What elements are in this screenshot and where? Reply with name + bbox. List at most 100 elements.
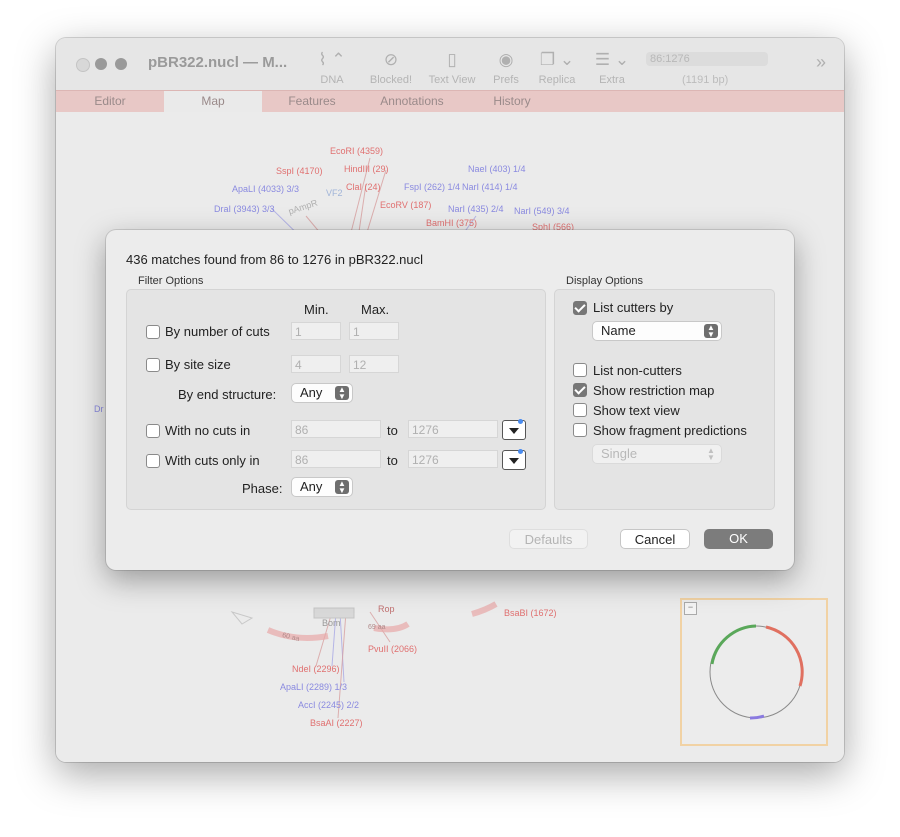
show-restriction-map-label: Show restriction map	[593, 383, 715, 398]
popup-arrows-icon: ▲ ▼	[704, 324, 718, 339]
popup-arrows-icon: ▲ ▼	[707, 446, 715, 462]
selection-indicator-icon	[518, 419, 523, 424]
cancel-button[interactable]: Cancel	[620, 529, 690, 549]
map-label[interactable]: NarI (549) 3/4	[514, 206, 570, 216]
map-label[interactable]: BsaBI (1672)	[504, 608, 557, 618]
filter-options-label: Filter Options	[138, 275, 204, 287]
popup-arrows-icon: ▲ ▼	[335, 480, 349, 495]
tab-map[interactable]: Map	[164, 91, 262, 112]
map-label[interactable]: NdeI (2296)	[292, 664, 340, 674]
map-label[interactable]: EcoRI (4359)	[330, 146, 383, 156]
no-cuts-to-label: to	[387, 423, 398, 438]
by-site-size-label: By site size	[165, 357, 231, 372]
with-no-cuts-in-checkbox[interactable]	[146, 424, 160, 438]
toolbar-dna-label: DNA	[320, 74, 344, 86]
list-cutters-by-label: List cutters by	[593, 300, 674, 315]
with-cuts-only-in-checkbox[interactable]	[146, 454, 160, 468]
by-end-structure-label: By end structure:	[178, 387, 277, 402]
list-non-cutters-label: List non-cutters	[593, 363, 682, 378]
toolbar-extra-button[interactable]: ☰ ⌄ Extra	[592, 50, 632, 86]
blocked-icon: ⊘	[383, 50, 399, 69]
tab-annotations[interactable]: Annotations	[362, 91, 462, 112]
end-structure-value: Any	[300, 385, 323, 400]
end-structure-popup[interactable]: Any ▲ ▼	[291, 383, 353, 403]
chevron-down-icon	[509, 428, 519, 434]
with-no-cuts-in-label: With no cuts in	[165, 423, 251, 438]
map-label[interactable]: NarI (435) 2/4	[448, 204, 504, 214]
number-of-cuts-max-field[interactable]: 1	[349, 322, 399, 340]
zoom-window-button[interactable]	[115, 58, 127, 70]
ok-button[interactable]: OK	[704, 529, 773, 549]
feature-label-bom[interactable]: Bom	[322, 618, 341, 628]
cuts-only-from-field[interactable]: 86	[291, 450, 381, 468]
title-bar: pBR322.nucl — M... ⌇ ⌃ DNA ⊘ Blocked! ▯ …	[56, 38, 844, 90]
toolbar-overflow-icon[interactable]: »	[816, 52, 826, 73]
range-length: (1191 bp)	[682, 74, 729, 86]
by-number-of-cuts-label: By number of cuts	[165, 324, 270, 339]
by-site-size-checkbox[interactable]	[146, 358, 160, 372]
map-label[interactable]: PvuII (2066)	[368, 644, 417, 654]
minimize-window-button[interactable]	[95, 58, 107, 70]
list-cutters-by-popup[interactable]: Name ▲ ▼	[592, 321, 722, 341]
menu-icon: ☰ ⌄	[594, 50, 630, 69]
feature-label-vf2[interactable]: VF2	[326, 188, 343, 198]
map-label[interactable]: ClaI (24)	[346, 182, 381, 192]
defaults-button[interactable]: Defaults	[509, 529, 588, 549]
toolbar-replica-button[interactable]: ❐ ⌄ Replica	[534, 50, 580, 86]
map-label[interactable]: NarI (414) 1/4	[462, 182, 518, 192]
phase-value: Any	[300, 479, 323, 494]
popup-arrows-icon: ▲ ▼	[335, 386, 349, 401]
replica-icon: ❐ ⌄	[539, 50, 575, 69]
show-fragment-predictions-label: Show fragment predictions	[593, 423, 747, 438]
map-label[interactable]: FspI (262) 1/4	[404, 182, 460, 192]
map-label[interactable]: ApaLI (4033) 3/3	[232, 184, 299, 194]
toolbar-extra-label: Extra	[599, 74, 625, 86]
prefs-icon: ◉	[498, 50, 514, 69]
map-label[interactable]: BsaAI (2227)	[310, 718, 363, 728]
toolbar-blocked-button[interactable]: ⊘ Blocked!	[364, 50, 418, 86]
map-label[interactable]: ApaLI (2289) 1/3	[280, 682, 347, 692]
map-label[interactable]: HindIII (29)	[344, 164, 389, 174]
toolbar-dna-button[interactable]: ⌇ ⌃ DNA	[312, 50, 352, 86]
range-field[interactable]: 86:1276	[646, 52, 768, 66]
map-label[interactable]: NaeI (403) 1/4	[468, 164, 526, 174]
close-window-button[interactable]	[76, 58, 90, 72]
map-label[interactable]: EcoRV (187)	[380, 200, 431, 210]
site-size-min-field[interactable]: 4	[291, 355, 341, 373]
feature-label-rop[interactable]: Rop	[378, 604, 395, 614]
show-fragment-predictions-checkbox[interactable]	[573, 423, 587, 437]
map-label[interactable]: SspI (4170)	[276, 166, 323, 176]
tab-features[interactable]: Features	[262, 91, 362, 112]
mini-map[interactable]: −	[680, 598, 828, 746]
tab-editor[interactable]: Editor	[56, 91, 164, 112]
list-cutters-by-value: Name	[601, 323, 636, 338]
toolbar-text-view-button[interactable]: ▯ Text View	[424, 50, 480, 86]
cuts-only-range-button[interactable]	[502, 449, 526, 470]
list-cutters-by-checkbox[interactable]	[573, 301, 587, 315]
map-label[interactable]: BamHI (375)	[426, 218, 477, 228]
number-of-cuts-min-field[interactable]: 1	[291, 322, 341, 340]
toolbar-prefs-label: Prefs	[493, 74, 519, 86]
selection-indicator-icon	[518, 449, 523, 454]
map-label[interactable]: DraI (3943) 3/3	[214, 204, 275, 214]
show-text-view-label: Show text view	[593, 403, 680, 418]
site-size-max-field[interactable]: 12	[349, 355, 399, 373]
no-cuts-from-field[interactable]: 86	[291, 420, 381, 438]
fragment-predictions-popup[interactable]: Single ▲ ▼	[592, 444, 722, 464]
map-label[interactable]: Dr	[94, 404, 104, 414]
map-label[interactable]: AccI (2245) 2/2	[298, 700, 359, 710]
fragment-label: 69 aa	[368, 624, 386, 631]
by-number-of-cuts-checkbox[interactable]	[146, 325, 160, 339]
toolbar-prefs-button[interactable]: ◉ Prefs	[488, 50, 524, 86]
show-text-view-checkbox[interactable]	[573, 403, 587, 417]
fragment-predictions-value: Single	[601, 446, 638, 461]
no-cuts-range-button[interactable]	[502, 419, 526, 440]
cuts-only-to-field[interactable]: 1276	[408, 450, 498, 468]
show-restriction-map-checkbox[interactable]	[573, 383, 587, 397]
toolbar-blocked-label: Blocked!	[369, 74, 413, 86]
phase-popup[interactable]: Any ▲ ▼	[291, 477, 353, 497]
tab-history[interactable]: History	[462, 91, 562, 112]
list-non-cutters-checkbox[interactable]	[573, 363, 587, 377]
no-cuts-to-field[interactable]: 1276	[408, 420, 498, 438]
display-options-label: Display Options	[566, 275, 644, 287]
